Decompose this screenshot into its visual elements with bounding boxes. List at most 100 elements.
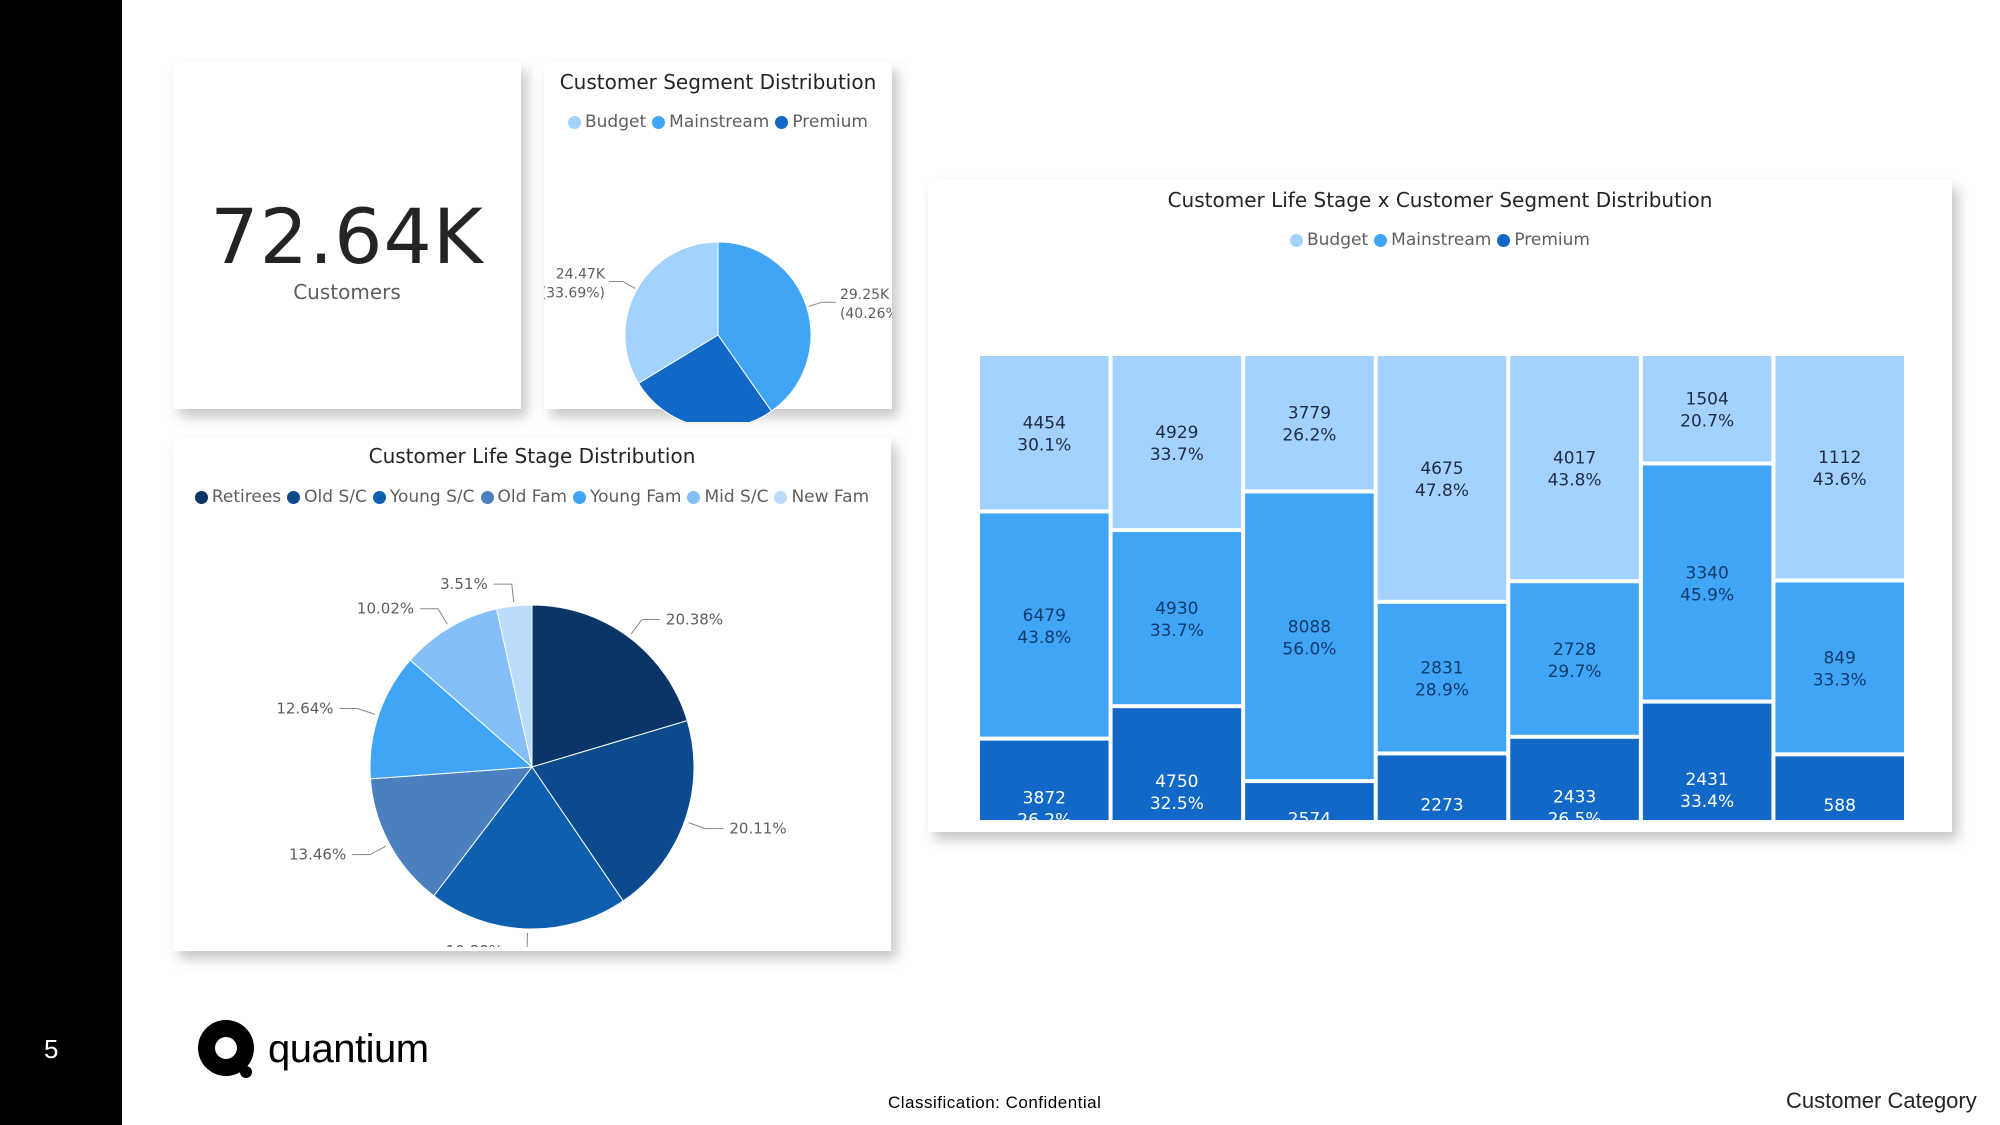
mekko-percent-label: 33.4% bbox=[1680, 792, 1734, 812]
segment-pie-chart: 29.25K(40.26%)18.92K(26.05%)24.47K(33.69… bbox=[544, 241, 892, 422]
legend-marker bbox=[652, 115, 666, 129]
quantium-logo: quantium bbox=[196, 1018, 429, 1080]
mekko-title: Customer Life Stage x Customer Segment D… bbox=[1167, 188, 1713, 212]
slice-percent-label: 10.02% bbox=[357, 600, 414, 618]
lifestage-legend-item-new-fam[interactable]: New Fam bbox=[774, 487, 869, 507]
segment-legend-item-mainstream[interactable]: Mainstream bbox=[652, 112, 769, 132]
slice-percent-label: 20.38% bbox=[666, 610, 723, 628]
mekko-value-label: 2728 bbox=[1553, 640, 1596, 660]
lifestage-legend-item-mid-s-c[interactable]: Mid S/C bbox=[687, 487, 768, 507]
slice-percent-label: 20.11% bbox=[729, 820, 786, 838]
mekko-value-label: 4017 bbox=[1553, 449, 1596, 469]
leader-line bbox=[808, 301, 836, 307]
legend-label: Mainstream bbox=[669, 112, 770, 132]
legend-label: Retirees bbox=[211, 487, 282, 507]
legend-marker bbox=[568, 115, 581, 129]
legend-marker bbox=[1497, 233, 1511, 247]
legend-marker bbox=[287, 490, 301, 504]
mekko-value-label: 849 bbox=[1823, 648, 1855, 668]
slice-percent-label: (33.69%) bbox=[544, 286, 605, 302]
mekko-percent-label: 43.8% bbox=[1548, 471, 1602, 491]
legend-label: Young Fam bbox=[590, 487, 682, 507]
mekko-value-label: 4929 bbox=[1155, 423, 1198, 443]
legend-marker bbox=[573, 490, 586, 504]
mekko-percent-label: 23.1% bbox=[1813, 818, 1867, 820]
mekko-value-label: 4750 bbox=[1155, 772, 1198, 792]
leader-line bbox=[526, 932, 529, 947]
slice-percent-label: (40.26%) bbox=[840, 306, 892, 322]
legend-label: Old S/C bbox=[304, 487, 367, 507]
quantium-logo-icon bbox=[198, 1020, 254, 1078]
mekko-percent-label: 20.7% bbox=[1680, 412, 1734, 432]
mekko-percent-label: 33.7% bbox=[1150, 445, 1204, 465]
lifestage-legend-item-retirees[interactable]: Retirees bbox=[194, 487, 282, 507]
mekko-value-label: 8088 bbox=[1288, 617, 1331, 637]
leader-line bbox=[420, 608, 448, 625]
legend-label: New Fam bbox=[791, 487, 870, 507]
lifestage-pie-legend: Retirees Old S/C Young S/C Old Fam Young Fam… bbox=[173, 487, 891, 507]
mekko-value-label: 2433 bbox=[1553, 787, 1596, 807]
mekko-bar-young-fam-premium[interactable] bbox=[1510, 738, 1639, 820]
mekko-percent-label: 43.6% bbox=[1813, 470, 1867, 490]
mekko-value-label: 2574 bbox=[1288, 810, 1331, 820]
lifestage-legend-item-young-s-c[interactable]: Young S/C bbox=[372, 487, 475, 507]
leader-line bbox=[493, 583, 515, 603]
customer-category-label: Customer Category bbox=[1786, 1088, 1977, 1113]
mekko-percent-label: 29.7% bbox=[1548, 662, 1602, 682]
leader-line bbox=[609, 281, 636, 289]
kpi-card: 72.64K Customers bbox=[173, 62, 521, 409]
slice-percent-label: 19.88% bbox=[446, 942, 503, 947]
leader-line bbox=[688, 822, 724, 830]
sidebar: 5 bbox=[0, 0, 122, 1125]
legend-label: Mid S/C bbox=[704, 487, 769, 507]
legend-marker bbox=[774, 490, 788, 504]
mekko-percent-label: 47.8% bbox=[1415, 481, 1469, 501]
lifestage-legend-item-old-fam[interactable]: Old Fam bbox=[480, 487, 568, 507]
legend-marker bbox=[194, 490, 208, 504]
leader-line bbox=[352, 845, 387, 856]
leader-line bbox=[339, 707, 375, 715]
mekko-percent-label: 45.9% bbox=[1680, 586, 1734, 606]
legend-label: Premium bbox=[792, 112, 868, 132]
mekko-legend-item-premium[interactable]: Premium bbox=[1497, 230, 1590, 250]
segment-legend-item-premium[interactable]: Premium bbox=[775, 112, 868, 132]
mekko-percent-label: 56.0% bbox=[1282, 639, 1336, 659]
mekko-percent-label: 33.3% bbox=[1813, 670, 1867, 690]
mekko-value-label: 2273 bbox=[1420, 796, 1463, 816]
leader-line bbox=[630, 618, 660, 635]
mekko-value-label: 2831 bbox=[1420, 659, 1463, 679]
legend-marker bbox=[1290, 233, 1303, 247]
segment-legend-item-budget[interactable]: Budget bbox=[568, 112, 646, 132]
mekko-value-label: 3340 bbox=[1686, 564, 1729, 584]
slice-percent-label: 3.51% bbox=[440, 575, 488, 593]
mekko-percent-label: 43.8% bbox=[1017, 628, 1071, 648]
mekko-value-label: 6479 bbox=[1023, 606, 1066, 626]
legend-label: Old Fam bbox=[497, 487, 568, 507]
mekko-value-label: 3779 bbox=[1288, 404, 1331, 424]
segment-pie-title: Customer Segment Distribution bbox=[559, 70, 877, 94]
page-number: 5 bbox=[44, 1034, 59, 1064]
mekko-value-label: 4454 bbox=[1023, 414, 1066, 434]
lifestage-pie-card: Customer Life Stage Distribution Retiree… bbox=[173, 437, 891, 951]
slice-percent-label: 13.46% bbox=[289, 846, 346, 864]
mekko-legend-item-budget[interactable]: Budget bbox=[1290, 230, 1368, 250]
lifestage-legend-item-old-s-c[interactable]: Old S/C bbox=[287, 487, 367, 507]
mekko-percent-label: 33.7% bbox=[1150, 621, 1204, 641]
mekko-legend-item-mainstream[interactable]: Mainstream bbox=[1374, 230, 1491, 250]
mekko-percent-label: 28.9% bbox=[1415, 681, 1469, 701]
mekko-card: Customer Life Stage x Customer Segment D… bbox=[928, 180, 1952, 832]
segment-pie-card: Customer Segment Distribution Budget Main… bbox=[544, 62, 892, 422]
kpi-value: 72.64K bbox=[210, 192, 484, 281]
legend-label: Mainstream bbox=[1391, 230, 1492, 250]
lifestage-legend-item-young-fam[interactable]: Young Fam bbox=[573, 487, 681, 507]
slice-value-label: 24.47K bbox=[556, 267, 606, 283]
logo-text: quantium bbox=[268, 1026, 429, 1071]
legend-marker bbox=[687, 490, 701, 504]
legend-label: Budget bbox=[585, 112, 647, 132]
mekko-value-label: 1112 bbox=[1818, 448, 1861, 468]
kpi-label: Customers bbox=[293, 280, 401, 304]
mekko-value-label: 1504 bbox=[1686, 390, 1729, 410]
lifestage-pie-title: Customer Life Stage Distribution bbox=[368, 444, 696, 468]
legend-label: Premium bbox=[1514, 230, 1590, 250]
mekko-percent-label: 23.2% bbox=[1415, 818, 1469, 820]
